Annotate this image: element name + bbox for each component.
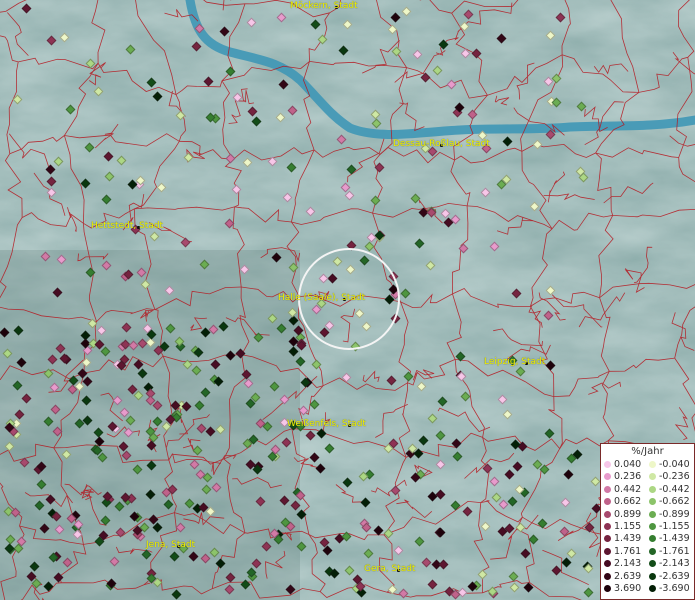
legend-entry: 3.690: [604, 583, 641, 594]
legend-label: -0.236: [659, 471, 690, 483]
legend-label: -1.155: [659, 521, 690, 532]
legend-swatch: [604, 473, 611, 481]
legend-label: -1.439: [659, 533, 690, 545]
legend-label: 1.155: [614, 521, 642, 532]
legend-label: -0.662: [659, 496, 690, 508]
legend-label: -0.442: [659, 483, 690, 495]
city-label-hettstedt[interactable]: Hettstedt, Stadt: [91, 221, 163, 231]
legend-entry: 1.761: [604, 546, 641, 557]
legend-entry: 2.143: [604, 558, 641, 569]
legend-entry: -0.236: [649, 471, 690, 482]
legend-swatch: [649, 461, 656, 468]
legend-swatch: [604, 572, 611, 580]
legend-label: -2.143: [659, 558, 690, 570]
legend-label: 0.899: [614, 508, 642, 520]
legend-swatch: [649, 523, 656, 530]
legend-entry: -3.690: [649, 583, 690, 594]
legend-swatch: [604, 498, 611, 506]
legend-entry: 0.442: [604, 484, 641, 495]
legend-label: -3.690: [659, 583, 690, 594]
legend-label: 2.143: [614, 558, 642, 570]
legend-swatch: [604, 585, 611, 592]
city-label-jena[interactable]: Jena, Stadt: [146, 540, 195, 550]
legend-swatch: [649, 473, 656, 481]
legend-label: 3.690: [614, 583, 642, 594]
legend-swatch: [649, 498, 656, 506]
legend-entry: -1.155: [649, 521, 690, 532]
legend-label: 0.040: [614, 459, 642, 470]
legend-entry: 2.639: [604, 571, 641, 582]
city-label-gera[interactable]: Gera, Stadt: [364, 564, 415, 574]
legend-label: 0.662: [614, 496, 642, 508]
legend-entry: -0.899: [649, 509, 690, 520]
city-label-leipzig[interactable]: Leipzig, Stadt: [484, 357, 545, 367]
legend-label: -0.899: [659, 508, 690, 520]
city-label-weissenfels[interactable]: Weißenfels, Stadt: [287, 419, 366, 429]
legend-title: %/Jahr: [631, 446, 664, 457]
legend-swatch: [604, 547, 611, 555]
legend-entry: 0.899: [604, 509, 641, 520]
city-label-dessau-rosslau[interactable]: Dessau-Roßlau, Stadt: [393, 139, 490, 149]
legend-swatch: [649, 585, 656, 592]
legend-entry: 0.236: [604, 471, 641, 482]
legend-label: 0.236: [614, 471, 642, 483]
legend-swatch: [604, 535, 611, 543]
city-label-halle[interactable]: Halle (Saale), Stadt: [278, 293, 365, 303]
legend-swatch: [649, 535, 656, 543]
legend-entry: 1.439: [604, 533, 641, 544]
legend-entry: -0.040: [649, 459, 690, 470]
legend-swatch: [649, 572, 656, 580]
legend: %/Jahr 0.040 0.236 0.442 0.662 0.899 1.155 1.4…: [600, 443, 695, 600]
legend-swatch: [604, 560, 611, 568]
legend-swatch: [649, 547, 656, 555]
map-canvas[interactable]: Möckern, Stadt Dessau-Roßlau, Stadt Hett…: [0, 0, 695, 600]
legend-label: -1.761: [659, 545, 690, 557]
legend-swatch: [604, 461, 611, 468]
legend-swatch: [604, 485, 611, 493]
city-label-moeckern[interactable]: Möckern, Stadt: [290, 1, 358, 11]
legend-entry: -1.439: [649, 533, 690, 544]
legend-entry: -2.639: [649, 571, 690, 582]
legend-entry: -0.442: [649, 484, 690, 495]
legend-label: 1.761: [614, 545, 642, 557]
legend-swatch: [649, 510, 656, 518]
legend-entry: -2.143: [649, 558, 690, 569]
legend-label: 2.639: [614, 570, 642, 582]
legend-entry: 1.155: [604, 521, 641, 532]
legend-entry: -1.761: [649, 546, 690, 557]
legend-entry: 0.662: [604, 496, 641, 507]
legend-swatch: [649, 485, 656, 493]
legend-label: 0.442: [614, 483, 642, 495]
legend-swatch: [604, 523, 611, 530]
legend-swatch: [649, 560, 656, 568]
legend-label: 1.439: [614, 533, 642, 545]
legend-swatch: [604, 510, 611, 518]
legend-entry: -0.662: [649, 496, 690, 507]
legend-entry: 0.040: [604, 459, 641, 470]
legend-label: -2.639: [659, 570, 690, 582]
legend-label: -0.040: [659, 459, 690, 470]
